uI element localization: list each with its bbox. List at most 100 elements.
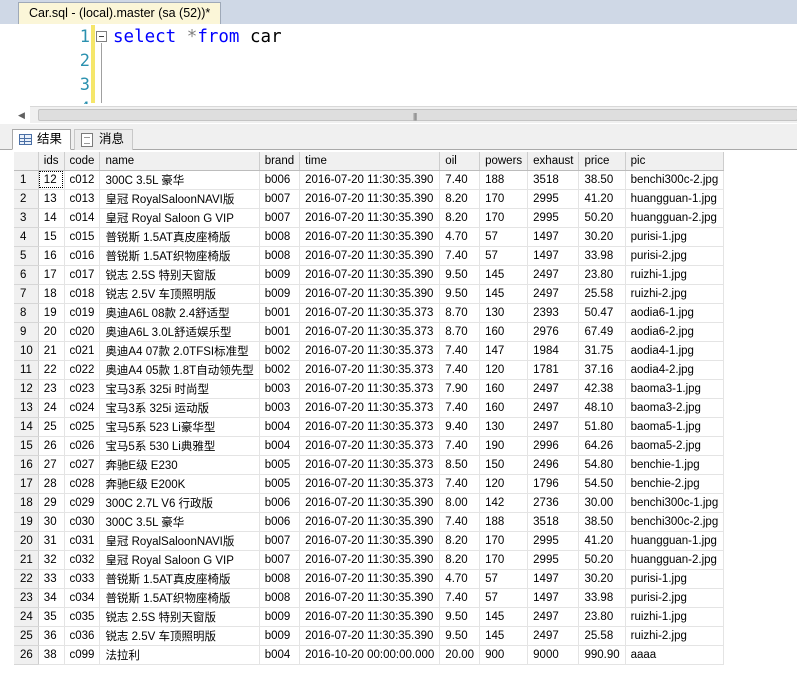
row-number-cell[interactable]: 8 [14,303,39,323]
cell-name[interactable]: 锐志 2.5S 特别天窗版 [99,265,260,285]
cell-name[interactable]: 普锐斯 1.5AT真皮座椅版 [99,569,260,589]
cell-code[interactable]: c021 [64,341,101,361]
cell-price[interactable]: 64.26 [578,436,626,456]
cell-pic[interactable]: aodia4-2.jpg [625,360,725,380]
cell-time[interactable]: 2016-07-20 11:30:35.390 [299,569,441,589]
row-number-cell[interactable]: 19 [14,512,39,532]
cell-powers[interactable]: 188 [479,512,529,532]
cell-powers[interactable]: 147 [479,341,529,361]
cell-code[interactable]: c014 [64,208,101,228]
cell-code[interactable]: c025 [64,417,101,437]
table-row[interactable]: 6 17 c017 锐志 2.5S 特别天窗版 b009 2016-07-20 11:30… [14,265,725,285]
cell-oil[interactable]: 9.50 [439,607,481,627]
row-number-cell[interactable]: 26 [14,645,39,665]
cell-name[interactable]: 皇冠 RoyalSaloonNAVI版 [99,531,260,551]
table-row[interactable]: 5 16 c016 普锐斯 1.5AT织物座椅版 b008 2016-07-20 11:3… [14,246,725,266]
cell-code[interactable]: c020 [64,322,101,342]
cell-price[interactable]: 23.80 [578,265,626,285]
cell-exhaust[interactable]: 2497 [527,626,580,646]
cell-oil[interactable]: 8.50 [439,455,481,475]
table-row[interactable]: 21 32 c032 皇冠 Royal Saloon G VIP b007 2016-07… [14,550,725,570]
cell-code[interactable]: c031 [64,531,101,551]
column-header-ids[interactable]: ids [38,152,65,171]
cell-pic[interactable]: baoma5-2.jpg [625,436,725,456]
cell-ids[interactable]: 19 [38,303,65,323]
cell-powers[interactable]: 120 [479,360,529,380]
tab-results[interactable]: 结果 [12,129,72,150]
cell-code[interactable]: c015 [64,227,101,247]
cell-ids[interactable]: 14 [38,208,65,228]
cell-powers[interactable]: 160 [479,379,529,399]
table-row[interactable]: 22 33 c033 普锐斯 1.5AT真皮座椅版 b008 2016-07-20 11:… [14,569,725,589]
row-number-cell[interactable]: 25 [14,626,39,646]
cell-code[interactable]: c099 [64,645,101,665]
cell-name[interactable]: 皇冠 Royal Saloon G VIP [99,550,260,570]
cell-powers[interactable]: 170 [479,208,529,228]
table-row[interactable]: 1 12 c012 300C 3.5L 豪华 b006 2016-07-20 11:30:… [14,170,725,190]
cell-exhaust[interactable]: 1497 [527,246,580,266]
cell-exhaust[interactable]: 1497 [527,569,580,589]
cell-code[interactable]: c032 [64,550,101,570]
cell-code[interactable]: c030 [64,512,101,532]
cell-powers[interactable]: 130 [479,417,529,437]
row-number-cell[interactable]: 13 [14,398,39,418]
cell-pic[interactable]: huangguan-1.jpg [625,531,725,551]
row-number-cell[interactable]: 24 [14,607,39,627]
row-number-cell[interactable]: 12 [14,379,39,399]
cell-oil[interactable]: 7.40 [439,246,481,266]
cell-oil[interactable]: 9.40 [439,417,481,437]
cell-oil[interactable]: 7.90 [439,379,481,399]
cell-code[interactable]: c033 [64,569,101,589]
cell-name[interactable]: 奔驰E级 E230 [99,455,260,475]
column-header-price[interactable]: price [578,152,626,171]
cell-powers[interactable]: 900 [479,645,529,665]
row-number-cell[interactable]: 5 [14,246,39,266]
cell-time[interactable]: 2016-07-20 11:30:35.390 [299,265,441,285]
cell-exhaust[interactable]: 2393 [527,303,580,323]
row-number-cell[interactable]: 15 [14,436,39,456]
cell-ids[interactable]: 31 [38,531,65,551]
cell-name[interactable]: 宝马5系 523 Li豪华型 [99,417,260,437]
document-tab[interactable]: Car.sql - (local).master (sa (52))* [18,2,222,24]
cell-name[interactable]: 300C 2.7L V6 行政版 [99,493,260,513]
cell-code[interactable]: c026 [64,436,101,456]
cell-powers[interactable]: 130 [479,303,529,323]
cell-time[interactable]: 2016-07-20 11:30:35.373 [299,322,441,342]
cell-time[interactable]: 2016-07-20 11:30:35.390 [299,284,441,304]
cell-powers[interactable]: 145 [479,626,529,646]
cell-time[interactable]: 2016-07-20 11:30:35.373 [299,474,441,494]
cell-oil[interactable]: 7.40 [439,341,481,361]
cell-ids[interactable]: 22 [38,360,65,380]
cell-name[interactable]: 300C 3.5L 豪华 [99,170,260,190]
column-header-oil[interactable]: oil [439,152,481,171]
cell-oil[interactable]: 8.20 [439,531,481,551]
cell-code[interactable]: c028 [64,474,101,494]
cell-exhaust[interactable]: 2497 [527,607,580,627]
cell-ids[interactable]: 18 [38,284,65,304]
cell-name[interactable]: 锐志 2.5V 车顶照明版 [99,284,260,304]
results-table[interactable]: ids code name brand time oil powers exhaust pric… [14,152,725,665]
cell-price[interactable]: 37.16 [578,360,626,380]
cell-ids[interactable]: 35 [38,607,65,627]
cell-time[interactable]: 2016-07-20 11:30:35.390 [299,208,441,228]
cell-ids[interactable]: 29 [38,493,65,513]
cell-brand[interactable]: b001 [259,303,301,323]
cell-oil[interactable]: 20.00 [439,645,481,665]
column-header-brand[interactable]: brand [259,152,301,171]
cell-brand[interactable]: b006 [259,493,301,513]
cell-powers[interactable]: 145 [479,607,529,627]
table-row[interactable]: 23 34 c034 普锐斯 1.5AT织物座椅版 b008 2016-07-20 11:… [14,588,725,608]
cell-price[interactable]: 41.20 [578,531,626,551]
row-number-cell[interactable]: 2 [14,189,39,209]
cell-name[interactable]: 锐志 2.5V 车顶照明版 [99,626,260,646]
cell-oil[interactable]: 9.50 [439,284,481,304]
cell-powers[interactable]: 150 [479,455,529,475]
cell-time[interactable]: 2016-07-20 11:30:35.373 [299,360,441,380]
cell-ids[interactable]: 36 [38,626,65,646]
cell-time[interactable]: 2016-07-20 11:30:35.390 [299,550,441,570]
tab-messages[interactable]: 消息 [74,129,134,150]
cell-name[interactable]: 奥迪A4 05款 1.8T自动领先型 [99,360,260,380]
row-number-cell[interactable]: 4 [14,227,39,247]
cell-exhaust[interactable]: 1497 [527,227,580,247]
cell-pic[interactable]: benchie-2.jpg [625,474,725,494]
